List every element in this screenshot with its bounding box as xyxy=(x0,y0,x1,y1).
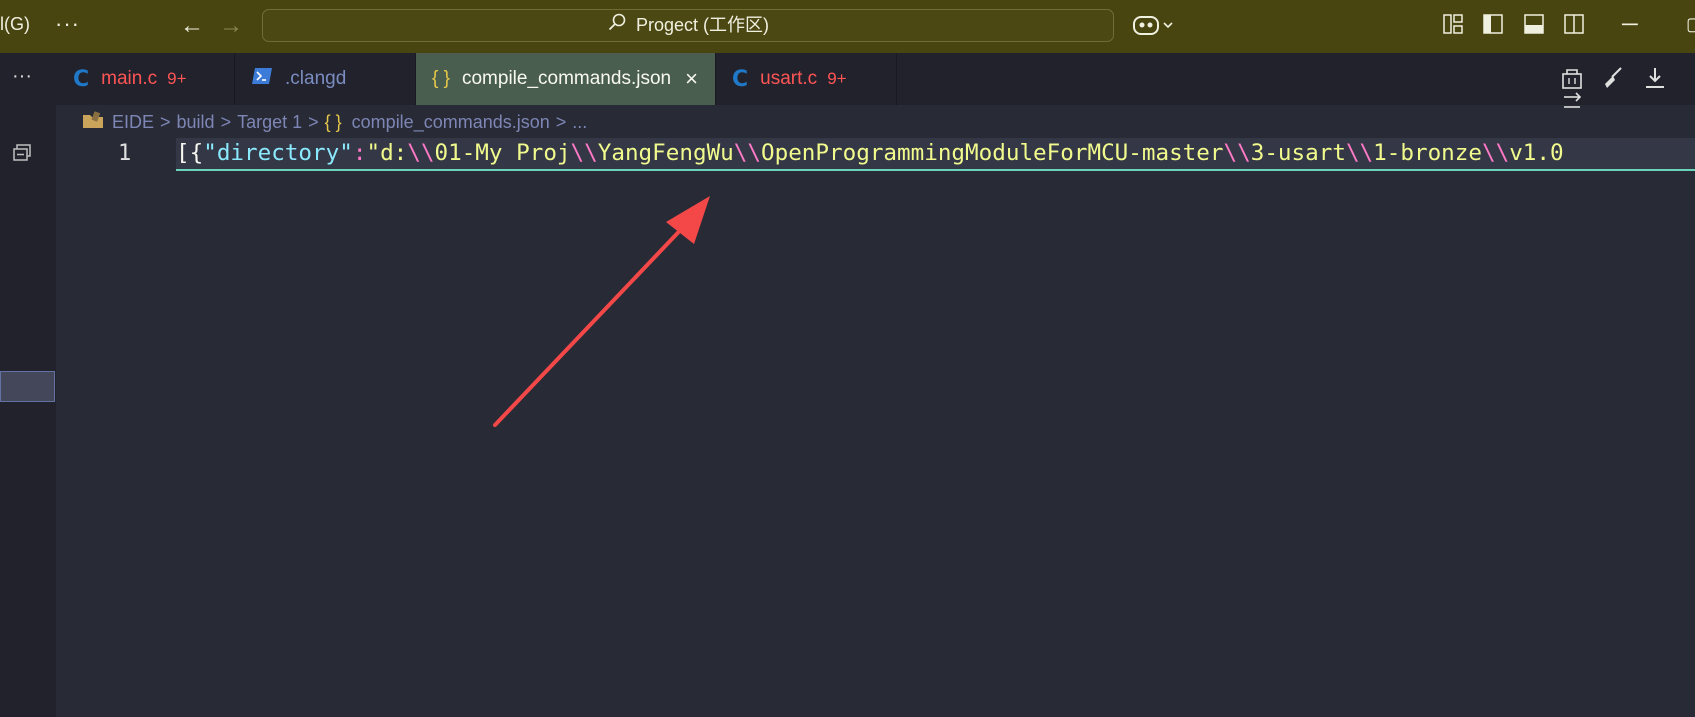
copilot-icon[interactable] xyxy=(1133,14,1175,43)
activity-bar xyxy=(0,105,56,717)
tab-usart-c[interactable]: C usart.c 9+ xyxy=(716,53,897,105)
back-arrow-icon[interactable]: ← xyxy=(180,12,204,40)
tab-compile-commands-json[interactable]: { } compile_commands.json × xyxy=(416,53,716,105)
compare-changes-icon[interactable] xyxy=(1560,90,1584,114)
line-number: 1 xyxy=(118,141,132,166)
toggle-panel-icon[interactable] xyxy=(1524,14,1544,34)
breadcrumb-item-eide[interactable]: EIDE xyxy=(112,112,154,133)
code-token: \\ xyxy=(733,140,761,166)
tab-overflow-button[interactable]: ··· xyxy=(12,65,32,88)
problem-count-badge: 9+ xyxy=(167,69,187,88)
toggle-secondary-sidebar-icon[interactable] xyxy=(1564,14,1585,34)
code-token: \\ xyxy=(1481,140,1510,166)
tab-label: .clangd xyxy=(285,68,347,89)
build-icon[interactable] xyxy=(1560,66,1584,90)
more-menu-button[interactable]: ··· xyxy=(55,11,80,37)
title-bar: l(G) ··· ← → Progect (工作区) ─ ▢ xyxy=(0,0,1695,53)
tab-label: main.c xyxy=(101,68,158,89)
breadcrumb-separator: > xyxy=(555,111,567,132)
breadcrumb: EIDE > build > Target 1 > { } compile_co… xyxy=(82,110,587,134)
code-token: 1-bronze xyxy=(1373,140,1482,166)
code-token: 3-usart xyxy=(1250,140,1346,166)
code-token: : xyxy=(352,140,367,166)
breadcrumb-separator: > xyxy=(308,111,319,132)
editor-tab-bar: ··· C main.c 9+ .clangd { } compile_comm… xyxy=(0,53,1695,108)
breadcrumb-item-symbols[interactable]: ... xyxy=(572,112,587,133)
breadcrumb-item-file[interactable]: compile_commands.json xyxy=(352,112,550,133)
code-token: OpenProgrammingModuleForMCU-master xyxy=(761,140,1224,166)
breadcrumb-separator: > xyxy=(220,111,232,132)
code-token: "directory" xyxy=(203,140,353,166)
json-file-icon: { } xyxy=(324,111,342,132)
restore-window-icon[interactable]: ▢ xyxy=(1686,14,1695,35)
tab-label: usart.c xyxy=(760,68,818,89)
code-token: YangFengWu xyxy=(597,140,734,166)
code-token: "d: xyxy=(366,140,408,166)
c-file-icon: C xyxy=(732,66,749,92)
toggle-primary-sidebar-icon[interactable] xyxy=(1483,14,1504,34)
code-token: 01-My Proj xyxy=(434,140,571,166)
powershell-icon xyxy=(251,67,273,91)
customize-layout-icon[interactable] xyxy=(1443,14,1463,34)
code-token: \\ xyxy=(1345,140,1374,166)
clean-broom-icon[interactable] xyxy=(1601,66,1625,90)
code-token: \\ xyxy=(570,140,598,166)
search-icon xyxy=(607,11,627,42)
breadcrumb-item-build[interactable]: build xyxy=(177,112,215,133)
minimize-button[interactable]: ─ xyxy=(1622,11,1638,37)
tab-clangd[interactable]: .clangd xyxy=(235,53,416,105)
breadcrumb-separator: > xyxy=(160,111,171,132)
collapse-all-icon[interactable] xyxy=(12,143,32,168)
tab-label: compile_commands.json xyxy=(461,68,672,89)
command-center-label: Progect (工作区) xyxy=(635,15,770,35)
folder-icon xyxy=(82,110,104,134)
annotation-arrow-icon xyxy=(493,196,710,427)
c-file-icon: C xyxy=(73,66,90,92)
command-center-search[interactable]: Progect (工作区) xyxy=(262,9,1114,42)
json-file-icon: { } xyxy=(432,68,450,89)
breadcrumb-item-target[interactable]: Target 1 xyxy=(237,112,302,133)
sidebar-selected-item[interactable] xyxy=(0,371,55,402)
code-token: \\ xyxy=(407,140,435,166)
tab-main-c[interactable]: C main.c 9+ xyxy=(57,53,235,105)
menu-item-partial[interactable]: l(G) xyxy=(0,14,30,35)
problem-count-badge: 9+ xyxy=(827,69,847,88)
forward-arrow-icon[interactable]: → xyxy=(219,12,243,40)
download-flash-icon[interactable] xyxy=(1643,66,1667,90)
close-tab-icon[interactable]: × xyxy=(685,66,698,92)
code-token: \\ xyxy=(1223,140,1251,166)
code-token: [{ xyxy=(176,140,204,166)
code-token: v1.0 xyxy=(1509,140,1564,166)
code-line-current[interactable]: [{"directory":"d:\\01-My Proj\\YangFengW… xyxy=(176,138,1695,171)
